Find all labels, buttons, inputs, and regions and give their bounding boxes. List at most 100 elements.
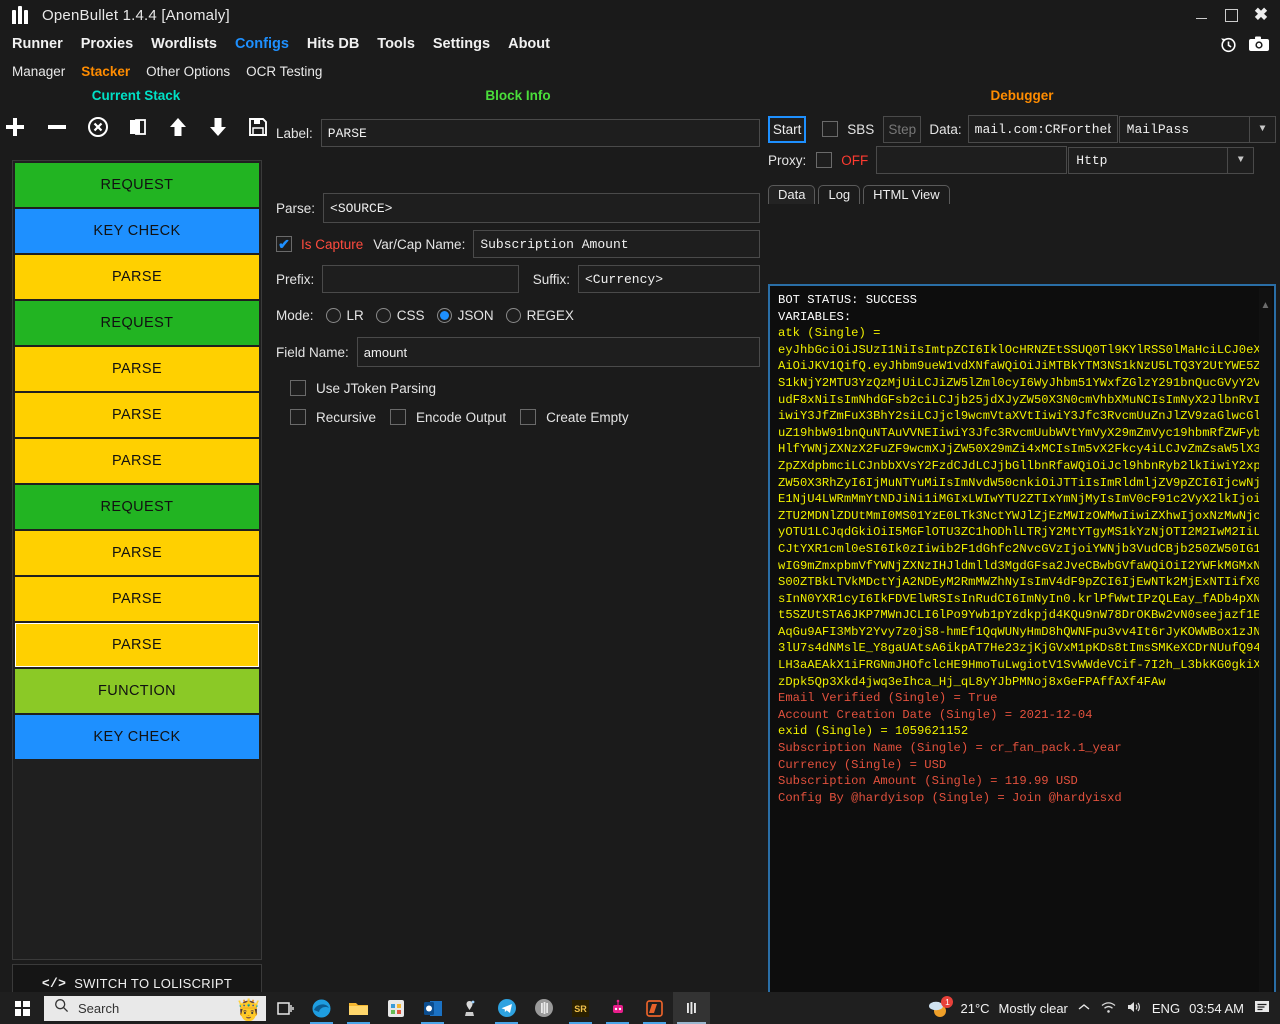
is-capture-checkbox[interactable] — [276, 236, 292, 252]
proxy-input[interactable] — [876, 146, 1067, 174]
openbullet-icon[interactable] — [525, 992, 562, 1024]
stack-block-parse[interactable]: PARSE — [15, 577, 259, 621]
debugger-title: Debugger — [764, 84, 1280, 103]
stack-block-request[interactable]: REQUEST — [15, 301, 259, 345]
microsoft-store-icon[interactable] — [377, 992, 414, 1024]
current-stack-title: Current Stack — [0, 84, 272, 103]
stack-block-parse[interactable]: PARSE — [15, 439, 259, 483]
stack-block-parse[interactable]: PARSE — [15, 347, 259, 391]
tab-html-view[interactable]: HTML View — [863, 185, 949, 204]
task-view-icon[interactable] — [266, 992, 303, 1024]
weather-icon[interactable]: 1 — [927, 997, 951, 1019]
mode-radio-css[interactable] — [376, 308, 391, 323]
stack-block-request[interactable]: REQUEST — [15, 485, 259, 529]
menu-item-settings[interactable]: Settings — [433, 36, 490, 52]
edge-browser-icon[interactable] — [303, 992, 340, 1024]
mode-label-css: CSS — [397, 308, 425, 323]
proxy-checkbox[interactable] — [816, 152, 832, 168]
floppy-save-icon[interactable] — [247, 116, 269, 138]
stack-block-label: FUNCTION — [98, 683, 176, 699]
menu-item-hits-db[interactable]: Hits DB — [307, 36, 359, 52]
mode-radio-regex[interactable] — [506, 308, 521, 323]
orange-app-icon[interactable] — [636, 992, 673, 1024]
menu-item-runner[interactable]: Runner — [12, 36, 63, 52]
label-input[interactable] — [321, 119, 760, 147]
stack-block-key-check[interactable]: KEY CHECK — [15, 715, 259, 759]
language-indicator[interactable]: ENG — [1152, 1001, 1180, 1016]
data-input[interactable] — [968, 115, 1118, 143]
step-button[interactable]: Step — [883, 116, 921, 143]
encode-output-label: Encode Output — [416, 410, 506, 425]
sbs-label: SBS — [847, 122, 874, 137]
clear-blocks-button[interactable] — [87, 116, 109, 138]
robot-app-icon[interactable] — [599, 992, 636, 1024]
outlook-icon[interactable] — [414, 992, 451, 1024]
openbullet-window-icon[interactable] — [673, 992, 710, 1024]
stack-block-function[interactable]: FUNCTION — [15, 669, 259, 713]
menu-item-tools[interactable]: Tools — [377, 36, 415, 52]
submenu-item-stacker[interactable]: Stacker — [81, 64, 130, 79]
stack-block-parse[interactable]: PARSE — [15, 623, 259, 667]
start-button[interactable] — [0, 992, 44, 1024]
debugger-panel: Debugger Start SBS Step Data: MailPass ▼… — [764, 84, 1280, 990]
stack-block-parse[interactable]: PARSE — [15, 255, 259, 299]
arrow-up-icon[interactable] — [167, 116, 189, 138]
stack-block-key-check[interactable]: KEY CHECK — [15, 209, 259, 253]
create-empty-checkbox[interactable] — [520, 409, 536, 425]
tab-log[interactable]: Log — [818, 185, 860, 204]
debugger-output[interactable]: BOT STATUS: SUCCESS VARIABLES: atk (Sing… — [768, 284, 1276, 1024]
start-button[interactable]: Start — [768, 116, 806, 143]
weather-temperature[interactable]: 21°C — [960, 1001, 989, 1016]
stack-block-list[interactable]: REQUESTKEY CHECKPARSEREQUESTPARSEPARSEPA… — [12, 160, 262, 960]
field-name-input[interactable] — [357, 337, 760, 367]
sbs-checkbox[interactable] — [822, 121, 838, 137]
mode-label-regex: REGEX — [527, 308, 574, 323]
copy-icon[interactable] — [127, 116, 149, 138]
mode-radio-json[interactable] — [437, 308, 452, 323]
volume-icon[interactable] — [1126, 1000, 1143, 1017]
camera-icon[interactable] — [1248, 34, 1270, 54]
mode-label-lr: LR — [347, 308, 364, 323]
menu-item-configs[interactable]: Configs — [235, 36, 289, 52]
weather-description[interactable]: Mostly clear — [999, 1001, 1068, 1016]
remove-block-button[interactable] — [45, 115, 69, 139]
suffix-input[interactable] — [578, 265, 760, 293]
stack-block-request[interactable]: REQUEST — [15, 163, 259, 207]
file-explorer-icon[interactable] — [340, 992, 377, 1024]
telegram-icon[interactable] — [488, 992, 525, 1024]
arrow-down-icon[interactable] — [207, 116, 229, 138]
close-button[interactable]: ✖ — [1246, 0, 1276, 30]
scroll-up-arrow-icon[interactable]: ▲ — [1259, 300, 1272, 311]
code-icon: </> — [42, 976, 66, 991]
proxy-type-select[interactable]: Http ▼ — [1068, 147, 1254, 174]
submenu-item-manager[interactable]: Manager — [12, 64, 65, 79]
menu-item-proxies[interactable]: Proxies — [81, 36, 133, 52]
submenu-item-ocr-testing[interactable]: OCR Testing — [246, 64, 322, 79]
encode-output-checkbox[interactable] — [390, 409, 406, 425]
minimize-button[interactable] — [1186, 0, 1216, 30]
sr-app-icon[interactable]: SR — [562, 992, 599, 1024]
notification-icon[interactable] — [1253, 999, 1271, 1018]
add-block-button[interactable] — [3, 115, 27, 139]
submenu-item-other-options[interactable]: Other Options — [146, 64, 230, 79]
debugger-scrollbar[interactable]: ▲ — [1259, 288, 1272, 1024]
history-clock-icon[interactable] — [1218, 34, 1238, 54]
search-input[interactable]: Search 🤴 — [44, 996, 266, 1021]
clock[interactable]: 03:54 AM — [1189, 1001, 1244, 1016]
menu-item-about[interactable]: About — [508, 36, 550, 52]
tab-data[interactable]: Data — [768, 185, 815, 204]
recursive-checkbox[interactable] — [290, 409, 306, 425]
use-jtoken-parsing-checkbox[interactable] — [290, 380, 306, 396]
parse-input[interactable] — [323, 193, 760, 223]
stack-block-parse[interactable]: PARSE — [15, 393, 259, 437]
maximize-button[interactable] — [1216, 0, 1246, 30]
stack-block-parse[interactable]: PARSE — [15, 531, 259, 575]
wordlist-type-select[interactable]: MailPass ▼ — [1119, 116, 1276, 143]
prefix-input[interactable] — [322, 265, 518, 293]
chevron-up-icon[interactable] — [1077, 1001, 1091, 1016]
menu-item-wordlists[interactable]: Wordlists — [151, 36, 217, 52]
mode-radio-lr[interactable] — [326, 308, 341, 323]
app-icon[interactable] — [451, 992, 488, 1024]
wifi-icon[interactable] — [1100, 1000, 1117, 1017]
varcap-name-input[interactable] — [473, 230, 760, 258]
